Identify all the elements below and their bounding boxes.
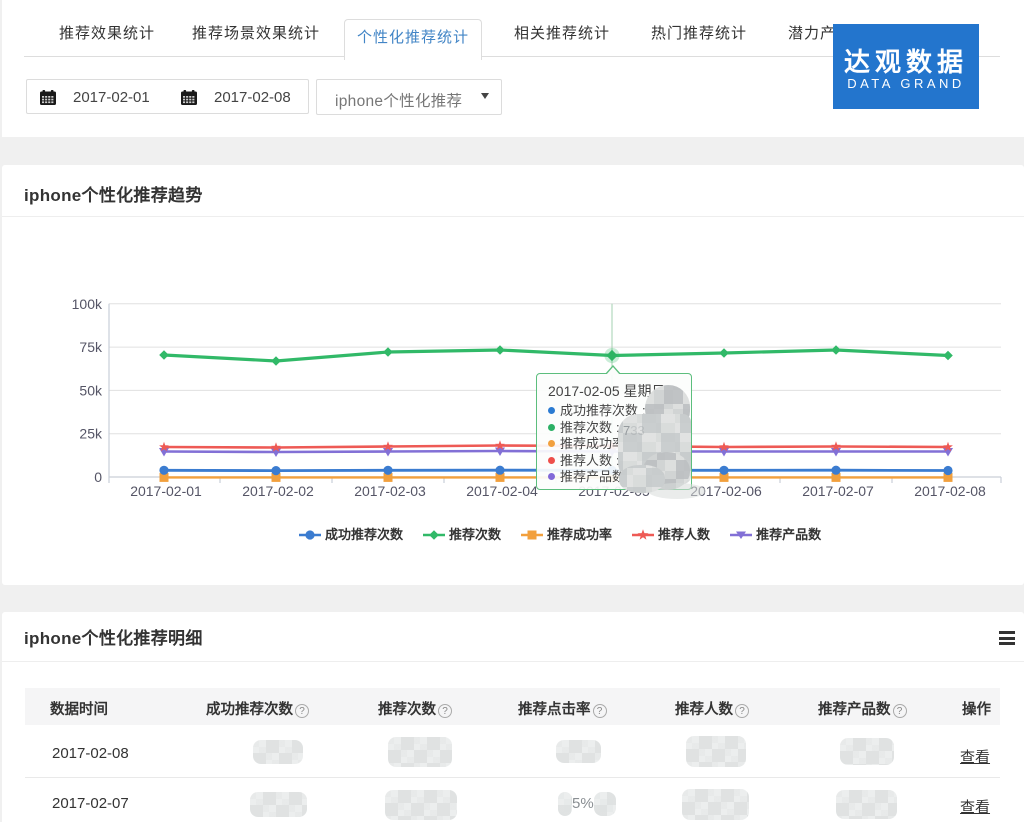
svg-text:25k: 25k xyxy=(79,426,103,442)
svg-text:100k: 100k xyxy=(72,296,103,312)
svg-text:2017-02-07: 2017-02-07 xyxy=(802,483,874,499)
svg-text:0: 0 xyxy=(94,469,102,485)
svg-text:2017-02-08: 2017-02-08 xyxy=(914,483,986,499)
svg-text:75k: 75k xyxy=(79,339,103,355)
svg-text:2017-02-03: 2017-02-03 xyxy=(354,483,426,499)
svg-text:2017-02-04: 2017-02-04 xyxy=(466,483,538,499)
svg-text:2017-02-02: 2017-02-02 xyxy=(242,483,314,499)
svg-text:2017-02-01: 2017-02-01 xyxy=(130,483,202,499)
svg-text:50k: 50k xyxy=(79,382,103,398)
